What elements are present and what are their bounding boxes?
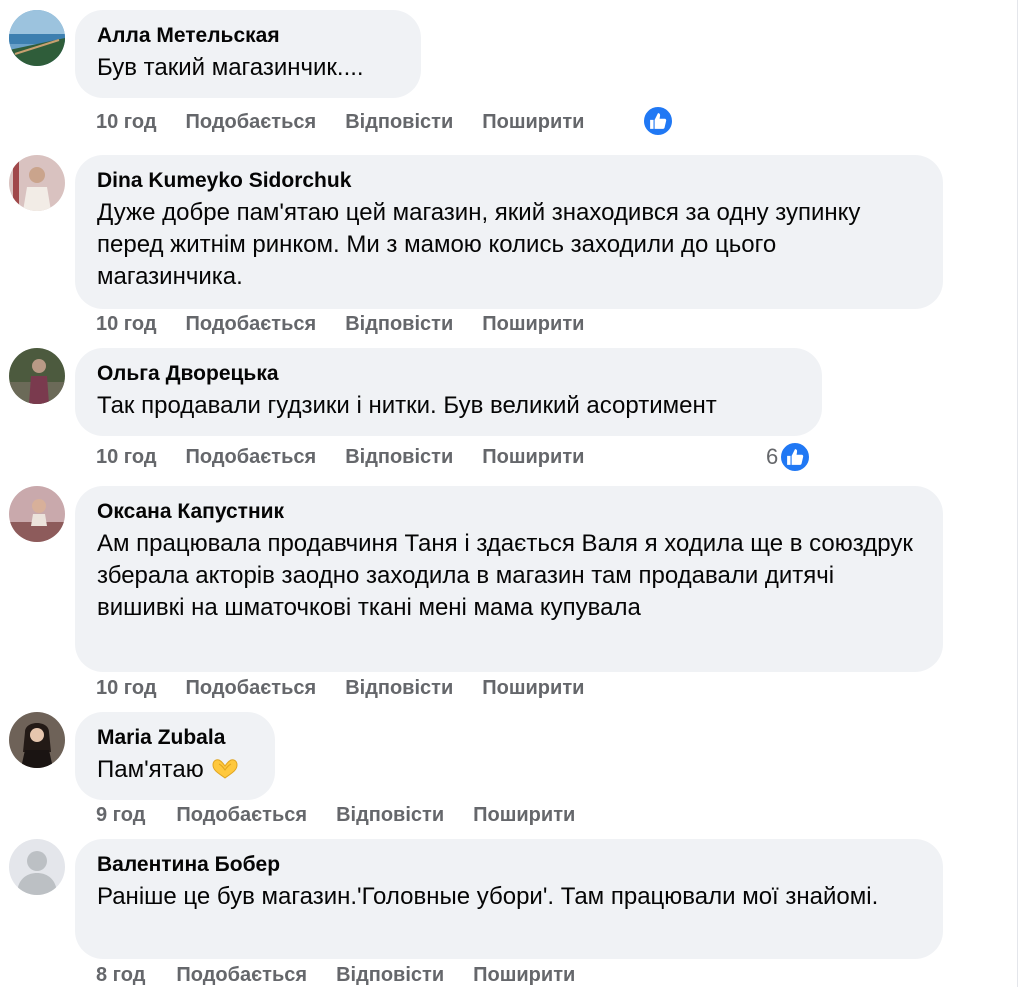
- comment-text: Дуже добре пам'ятаю цей магазин, який зн…: [97, 199, 861, 290]
- comment-actions: 10 год Подобається Відповісти Поширити: [96, 310, 613, 338]
- like-button[interactable]: Подобається: [176, 804, 307, 827]
- comment-author[interactable]: Ольга Дворецька: [97, 362, 800, 386]
- comment-author[interactable]: Валентина Бобер: [97, 853, 921, 877]
- like-button[interactable]: Подобається: [186, 313, 317, 336]
- like-button[interactable]: Подобається: [186, 111, 317, 134]
- comment-bubble: Maria Zubala Пам'ятаю: [75, 712, 275, 800]
- reply-button[interactable]: Відповісти: [345, 677, 453, 700]
- comment-time[interactable]: 10 год: [96, 313, 157, 336]
- reply-button[interactable]: Відповісти: [345, 111, 453, 134]
- like-reaction-icon: [779, 441, 812, 473]
- comment-time[interactable]: 9 год: [96, 804, 145, 827]
- reaction-summary[interactable]: 6: [766, 441, 812, 473]
- avatar[interactable]: [9, 839, 65, 895]
- heart-hands-emoji-icon: [210, 757, 240, 789]
- comment-time[interactable]: 10 год: [96, 446, 157, 469]
- share-button[interactable]: Поширити: [482, 313, 584, 336]
- comment-text: Пам'ятаю: [97, 754, 253, 789]
- share-button[interactable]: Поширити: [482, 677, 584, 700]
- comment-actions: 10 год Подобається Відповісти Поширити: [96, 674, 613, 702]
- comment-text: Був такий магазинчик....: [97, 54, 364, 81]
- comment-author[interactable]: Maria Zubala: [97, 726, 253, 750]
- comment-bubble: Ольга Дворецька Так продавали гудзики і …: [75, 348, 822, 436]
- comment-bubble: Dina Kumeyko Sidorchuk Дуже добре пам'ят…: [75, 155, 943, 309]
- comment-time[interactable]: 8 год: [96, 964, 145, 987]
- comment-actions: 9 год Подобається Відповісти Поширити: [96, 801, 604, 829]
- avatar[interactable]: [9, 486, 65, 542]
- avatar[interactable]: [9, 348, 65, 404]
- comment-actions: 10 год Подобається Відповісти Поширити: [96, 108, 613, 136]
- share-button[interactable]: Поширити: [473, 964, 575, 987]
- like-button[interactable]: Подобається: [186, 677, 317, 700]
- reaction-summary[interactable]: [642, 105, 674, 137]
- comment-time[interactable]: 10 год: [96, 677, 157, 700]
- like-reaction-icon: [642, 105, 674, 137]
- comment-actions: 8 год Подобається Відповісти Поширити: [96, 961, 604, 989]
- page-divider: [1017, 0, 1018, 987]
- comment-text: Ам працювала продавчиня Таня і здається …: [97, 530, 913, 621]
- comment-time[interactable]: 10 год: [96, 111, 157, 134]
- share-button[interactable]: Поширити: [482, 446, 584, 469]
- comment-text: Раніше це був магазин.'Головные убори'. …: [97, 883, 879, 910]
- comment-bubble: Оксана Капустник Ам працювала продавчиня…: [75, 486, 943, 672]
- comment-author[interactable]: Оксана Капустник: [97, 500, 921, 524]
- reply-button[interactable]: Відповісти: [336, 964, 444, 987]
- avatar[interactable]: [9, 155, 65, 211]
- comment-author[interactable]: Dina Kumeyko Sidorchuk: [97, 169, 921, 193]
- like-button[interactable]: Подобається: [186, 446, 317, 469]
- avatar[interactable]: [9, 10, 65, 66]
- comment-text-value: Пам'ятаю: [97, 756, 204, 783]
- reaction-count: 6: [766, 444, 779, 469]
- avatar[interactable]: [9, 712, 65, 768]
- share-button[interactable]: Поширити: [473, 804, 575, 827]
- reply-button[interactable]: Відповісти: [345, 313, 453, 336]
- comment-bubble: Валентина Бобер Раніше це був магазин.'Г…: [75, 839, 943, 959]
- reply-button[interactable]: Відповісти: [345, 446, 453, 469]
- share-button[interactable]: Поширити: [482, 111, 584, 134]
- comment-bubble: Алла Метельская Був такий магазинчик....: [75, 10, 421, 98]
- like-button[interactable]: Подобається: [176, 964, 307, 987]
- comment-text: Так продавали гудзики і нитки. Був велик…: [97, 392, 717, 419]
- comment-actions: 10 год Подобається Відповісти Поширити: [96, 443, 613, 471]
- reply-button[interactable]: Відповісти: [336, 804, 444, 827]
- comment-author[interactable]: Алла Метельская: [97, 24, 399, 48]
